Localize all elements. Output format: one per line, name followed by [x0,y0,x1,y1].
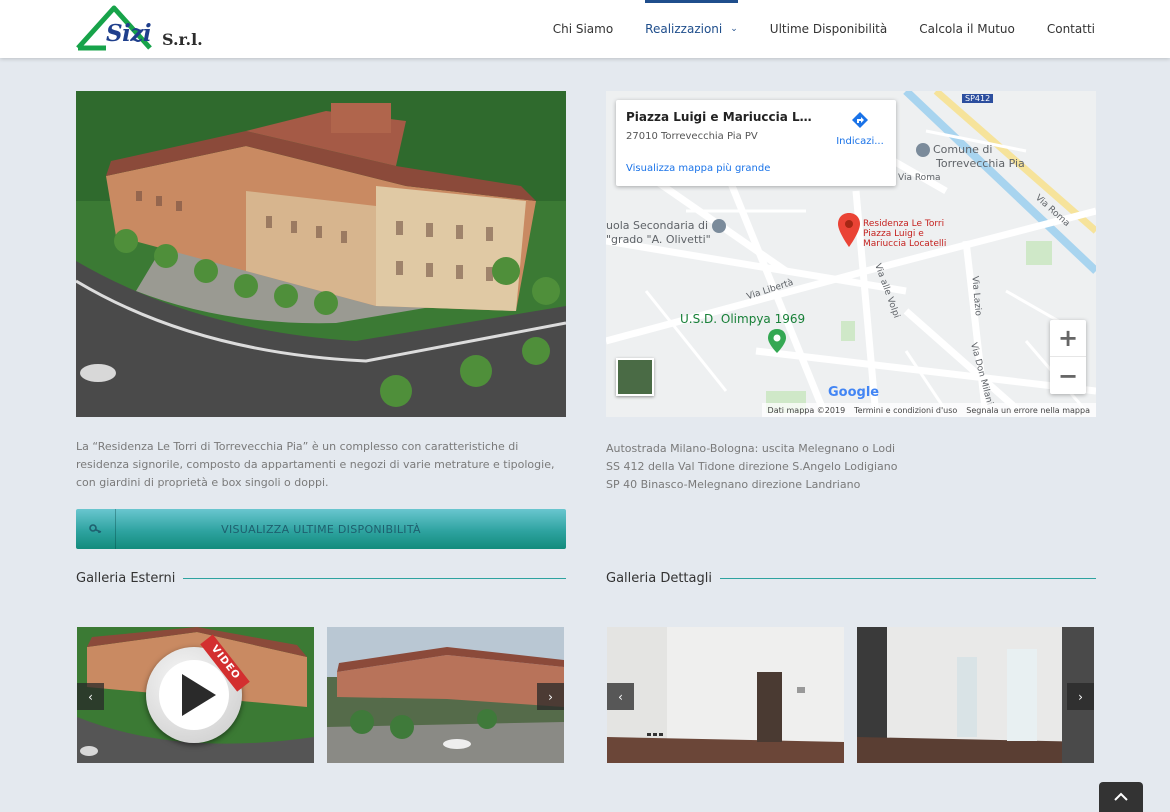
map-place-title: Piazza Luigi e Mariuccia Loca... [626,110,816,124]
logo-brand: Sizi [106,20,152,47]
map-pin[interactable] [838,213,860,250]
directions-list: Autostrada Milano-Bologna: uscita Melegn… [606,440,1096,494]
logo-suffix: S.r.l. [162,30,203,49]
google-logo: Google [828,385,880,400]
key-icon [76,509,116,549]
direction-item: SS 412 della Val Tidone direzione S.Ange… [606,460,898,473]
direction-item: SP 40 Binasco-Melegnano direzione Landri… [606,478,861,491]
nav-label: Realizzazioni [645,22,723,36]
gallery-dettagli-prev-button[interactable]: ‹ [607,683,634,710]
map-directions-button[interactable]: Indicazi... [828,110,892,147]
map-label-sp412: SP412 [962,94,994,103]
map-label-pin: Residenza Le Torri Piazza Luigi e Mariucci… [863,219,946,249]
gallery-esterni-next-button[interactable]: › [537,683,564,710]
gallery-dettagli-thumb[interactable] [607,627,844,763]
map-label-scuola: uola Secondaria di "grado "A. Olivetti" [606,219,726,246]
nav-calcola-mutuo[interactable]: Calcola il Mutuo [919,0,1015,58]
residence-rendering-image [76,91,566,417]
chevron-left-icon: ‹ [88,689,93,704]
view-availability-label: VISUALIZZA ULTIME DISPONIBILITÀ [221,522,421,536]
site-logo[interactable]: Sizi S.r.l. [76,4,226,54]
site-header: Sizi S.r.l. Chi Siamo Realizzazioni ⌄ Ult… [0,0,1170,58]
nav-label: Chi Siamo [552,22,614,36]
map-label-comune: Comune di Torrevecchia Pia [916,143,1025,170]
main-nav: Chi Siamo Realizzazioni ⌄ Ultime Disponib… [521,0,1095,58]
chevron-right-icon: › [548,689,553,704]
map-label-pin-line3: Mariuccia Locatelli [863,239,947,249]
map-poi-sport-icon [768,329,786,356]
chevron-down-icon: ⌄ [730,24,738,34]
map-terms-link[interactable]: Termini e condizioni d'uso [854,406,957,415]
chevron-right-icon: › [1078,689,1083,704]
nav-label: Ultime Disponibilità [769,22,888,36]
school-icon [711,219,726,233]
gallery-esterni-video-thumb[interactable]: VIDEO [77,627,314,763]
residence-description: La “Residenza Le Torri di Torrevecchia P… [76,440,555,489]
map-satellite-toggle[interactable] [616,358,654,396]
zoom-out-button[interactable]: − [1050,357,1086,394]
map-pin-icon [838,213,860,247]
nav-realizzazioni[interactable]: Realizzazioni ⌄ [645,0,738,58]
map-data-credit: Dati mappa ©2019 [767,405,846,415]
chevron-left-icon: ‹ [618,689,623,704]
map-label-comune-line2: Torrevecchia Pia [936,157,1025,170]
map-label-pin-line2: Piazza Luigi e [863,229,924,239]
gallery-dettagli-next-button[interactable]: › [1067,683,1094,710]
directions-label: Indicazi... [836,136,884,147]
map-footer: Dati mappa ©2019 Termini e condizioni d'… [761,403,1096,417]
directions-icon [852,112,868,128]
map-poi-icon [916,143,930,157]
back-to-top-button[interactable] [1099,782,1143,812]
gallery-dettagli-thumb[interactable] [857,627,1094,763]
gallery-esterni-thumb[interactable] [327,627,564,763]
nav-label: Calcola il Mutuo [919,22,1015,36]
map-report-link[interactable]: Segnala un errore nella mappa [966,406,1090,415]
zoom-in-button[interactable]: + [1050,320,1086,357]
view-availability-button[interactable]: VISUALIZZA ULTIME DISPONIBILITÀ [76,509,566,549]
map-label-scuola-line1: uola Secondaria di [606,219,709,232]
heading-divider [183,577,566,579]
nav-contatti[interactable]: Contatti [1047,0,1095,58]
gallery-esterni-heading: Galleria Esterni [76,569,566,587]
nav-ultime-disponibilita[interactable]: Ultime Disponibilità [770,0,887,58]
nav-label: Contatti [1046,22,1095,36]
gallery-dettagli-title: Galleria Dettagli [606,570,712,586]
map-label-pin-line1: Residenza Le Torri [863,219,945,229]
gallery-dettagli-heading: Galleria Dettagli [606,569,1096,587]
map-zoom-control: + − [1050,320,1086,394]
map-label-scuola-line2: "grado "A. Olivetti" [606,233,711,246]
map-label-via-roma: Via Roma [898,173,941,183]
map-label-olimpya: U.S.D. Olimpya 1969 [680,312,806,326]
map-place-card: Piazza Luigi e Mariuccia Loca... 27010 T… [616,100,896,186]
direction-item: Autostrada Milano-Bologna: uscita Melegn… [606,442,896,455]
map-place-address: 27010 Torrevecchia Pia PV [626,131,758,142]
map-larger-link[interactable]: Visualizza mappa più grande [626,163,770,174]
heading-divider [719,577,1096,579]
map-label-comune-line1: Comune di [933,143,993,156]
gallery-esterni-title: Galleria Esterni [76,570,176,586]
chevron-up-icon [1114,792,1128,801]
nav-chi-siamo[interactable]: Chi Siamo [553,0,613,58]
google-map[interactable]: Piazza Luigi e Mariuccia Loca... 27010 T… [606,91,1096,417]
gallery-esterni-prev-button[interactable]: ‹ [77,683,104,710]
